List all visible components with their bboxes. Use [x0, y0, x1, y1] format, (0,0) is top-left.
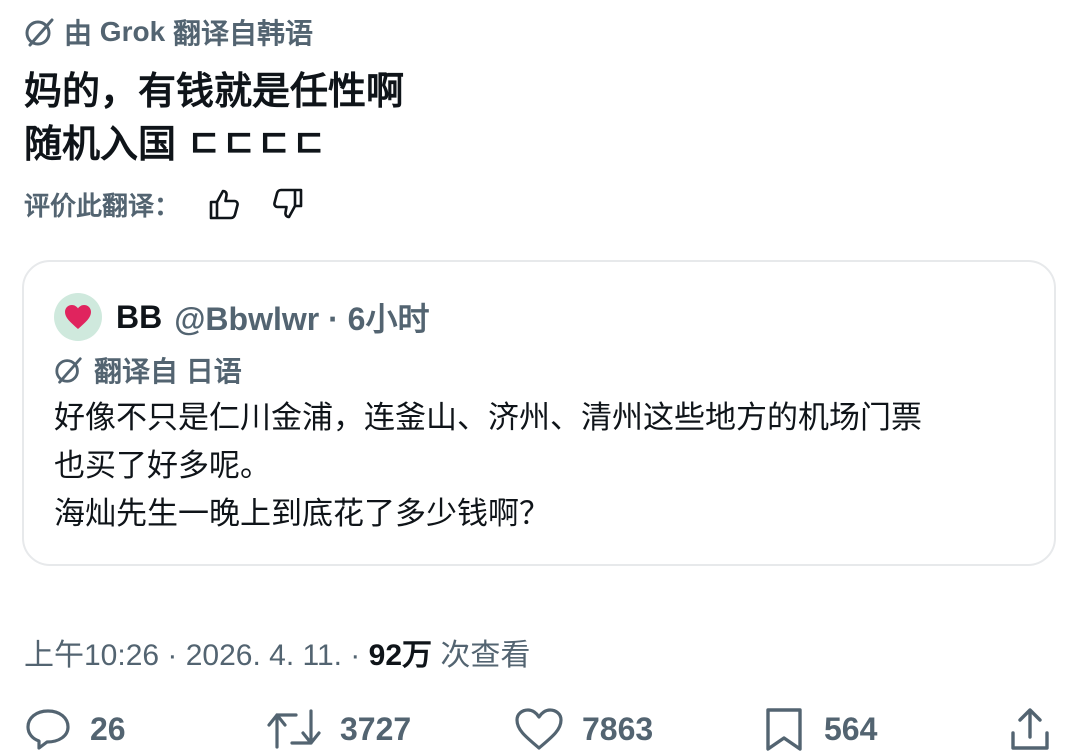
translation-note: 由 Grok 翻译自韩语: [24, 12, 313, 52]
quote-header: BB @Bbwlwr · 6小时: [54, 292, 429, 342]
retweet-icon: [267, 709, 321, 749]
action-bar: 26 3727 7863 564: [0, 705, 1072, 753]
tweet-datetime[interactable]: 上午10:26 · 2026. 4. 11. ·: [24, 630, 369, 674]
translation-prefix: 由: [64, 18, 93, 49]
bookmark-count: 564: [824, 710, 878, 747]
thumbs-down-icon: [273, 188, 303, 219]
thumbs-up-button[interactable]: [204, 184, 244, 224]
quote-text: 好像不只是仁川金浦，连釜山、济州、清州这些地方的机场门票 也买了好多呢。 海灿先…: [54, 400, 922, 531]
like-button[interactable]: 7863: [514, 705, 653, 753]
heart-icon: [65, 305, 91, 329]
reply-button[interactable]: 26: [24, 705, 126, 753]
share-icon: [1011, 708, 1049, 750]
quote-author-name[interactable]: BB: [116, 299, 162, 336]
quoted-tweet[interactable]: BB @Bbwlwr · 6小时 翻译自 日语 好像不只是仁川金浦，连釜山、济州…: [22, 260, 1056, 566]
reply-count: 26: [90, 710, 126, 747]
reply-icon: [26, 709, 70, 750]
quote-translation-label: 翻译自 日语: [94, 356, 242, 387]
avatar[interactable]: [54, 293, 102, 341]
retweet-count: 3727: [340, 710, 412, 747]
bookmark-icon: [766, 708, 802, 751]
thumbs-up-icon: [209, 189, 239, 220]
bookmark-button[interactable]: 564: [762, 705, 877, 753]
translate-icon: [25, 18, 54, 47]
views-label: 次查看: [432, 639, 531, 672]
like-count: 7863: [582, 710, 654, 747]
rate-label: 评价此翻译：: [24, 190, 181, 221]
views-count: 92万: [368, 639, 433, 672]
heart-outline-icon: [515, 708, 563, 750]
share-button[interactable]: [1008, 705, 1070, 753]
translation-brand[interactable]: Grok: [100, 16, 165, 48]
translate-icon: [55, 357, 82, 384]
rate-translation: 评价此翻译：: [24, 182, 308, 226]
quote-author-handle: @Bbwlwr · 6小时: [174, 301, 430, 337]
thumbs-down-button[interactable]: [268, 184, 308, 224]
translation-suffix: 翻译自韩语: [172, 18, 313, 49]
retweet-button[interactable]: 3727: [266, 705, 411, 753]
tweet-text: 妈的，有钱就是任性啊 随机入国 ㄷㄷㄷㄷ: [24, 71, 405, 166]
tweet-meta: 上午10:26 · 2026. 4. 11. · 92万 次查看: [24, 628, 530, 676]
quote-translation-note: 翻译自 日语: [54, 350, 242, 390]
